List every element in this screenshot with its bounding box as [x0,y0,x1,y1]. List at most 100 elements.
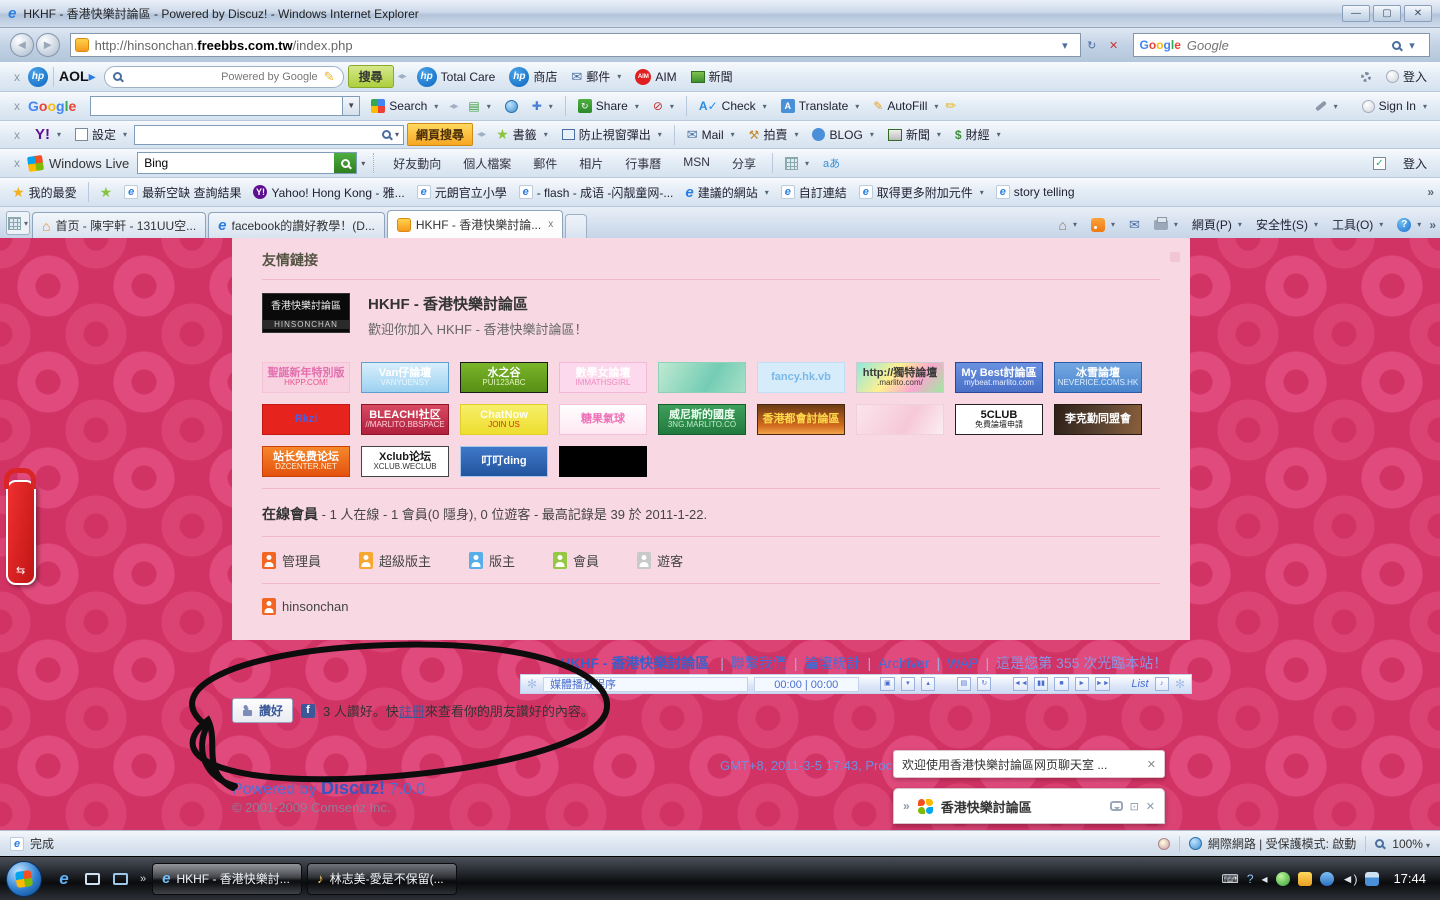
favorite-item[interactable]: estory telling [990,183,1081,201]
google-toolbar-search-input[interactable]: ▼ [90,96,360,116]
form-fill-icon[interactable]: ✓ [1373,157,1386,170]
partner-banner[interactable]: 李克勤同盟會 [1054,404,1142,435]
partner-banner[interactable]: Van仔論壇VANYUENSY [361,362,449,393]
aol-mail-button[interactable]: ✉郵件 [564,66,628,87]
suggested-sites-button[interactable]: e建議的網站 [679,182,774,203]
partner-banner[interactable] [856,404,944,435]
favorite-item[interactable]: e元朗官立小學 [411,182,513,203]
chat-dock-bar[interactable]: » 香港快樂討論區 ⊡ ✕ [893,788,1165,824]
safety-menu-button[interactable]: 安全性(S) [1250,214,1324,235]
bing-search-box[interactable] [137,152,357,174]
pause-button[interactable]: ▮▮ [1034,677,1048,691]
tab-3-active[interactable]: HKHF - 香港快樂討論...x [387,210,563,238]
partner-banner[interactable]: http://獨特論壇.marlito.com/ [856,362,944,393]
partner-banner[interactable]: 聖誕新年特別版HKPP.COM! [262,362,350,393]
chevron-down-icon[interactable]: ▾ [395,130,399,139]
favorite-item[interactable]: e最新空缺 查詢結果 [118,182,247,203]
partner-banner[interactable]: fancy.hk.vb [757,362,845,393]
search-box[interactable]: Google ▾ [1133,33,1431,57]
aol-shop-button[interactable]: hp商店 [502,65,564,89]
footer-link[interactable]: 聯繫我們 [731,655,787,671]
overflow-chevron-icon[interactable]: » [1429,218,1436,232]
live-translate-button[interactable]: aあ [816,153,847,173]
yahoo-blog-button[interactable]: BLOG [805,126,880,144]
yahoo-settings-button[interactable]: 設定 [68,124,134,145]
tray-collapse-icon[interactable]: ◂ [1262,872,1268,886]
toolbar-drag-handle[interactable]: ◂▸ [398,71,406,82]
aol-toolbar-close-icon[interactable]: x [6,70,28,84]
print-button[interactable] [1148,218,1184,232]
url-box[interactable]: http://hinsonchan.freebbs.com.tw/index.p… [70,33,1081,57]
tab-1[interactable]: ⌂首页 - 陳宇軒 - 131UU空... [32,212,206,238]
live-nav-link[interactable]: 相片 [568,153,614,174]
help-button[interactable]: ? [1391,216,1427,234]
footer-link[interactable]: Archiver [878,655,929,671]
zoom-level[interactable]: 100% [1392,837,1430,851]
toast-close-icon[interactable]: ✕ [1147,758,1156,771]
pencil-icon[interactable]: ✏ [945,98,956,114]
live-nav-link[interactable]: 好友動向 [382,153,452,174]
aol-news-button[interactable]: 新聞 [684,66,740,87]
new-tab-stub[interactable] [565,214,587,238]
live-signin-button[interactable]: 登入 [1396,153,1434,174]
quick-tabs-button[interactable] [6,211,30,235]
aol-aim-button[interactable]: AIMAIM [628,67,683,87]
footer-link[interactable]: WAP [947,655,978,671]
music-note-button[interactable]: ♪ [1155,677,1169,691]
play-button[interactable]: ► [1075,677,1089,691]
favorite-item[interactable]: Y!Yahoo! Hong Kong - 雅... [247,182,410,203]
tools-menu-button[interactable]: 工具(O) [1326,214,1389,235]
refresh-button[interactable]: ↻ [1081,39,1103,52]
bing-search-button[interactable] [334,153,356,173]
favorite-item[interactable]: e- flash - 成语 -闪靓童网-... [513,182,680,203]
back-button[interactable]: ◄ [10,33,34,57]
google-check-button[interactable]: A✓Check [692,97,774,115]
partner-banner[interactable]: 數學女論壇IMMATHSGIRL [559,362,647,393]
quicklaunch-chevron-icon[interactable]: » [140,873,146,885]
player-mode-button[interactable]: ▣ [880,677,894,691]
update-tray-icon[interactable] [1298,872,1312,886]
yahoo-toolbar-close-icon[interactable]: x [6,128,28,142]
yahoo-popup-blocker-button[interactable]: 防止視窗彈出 [555,124,669,145]
live-nav-link[interactable]: 個人檔案 [452,153,522,174]
live-toolbar-close-icon[interactable]: x [6,156,28,170]
chat-bubble-icon[interactable] [1110,801,1123,811]
member-name[interactable]: hinsonchan [282,599,349,614]
online-member-row[interactable]: hinsonchan [262,598,1160,615]
volume-up-button[interactable]: ▴ [921,677,935,691]
url-text[interactable]: http://hinsonchan.freebbs.com.tw/index.p… [95,38,1054,53]
playlist-button[interactable]: List [1131,678,1148,690]
maximize-button[interactable]: ▢ [1373,5,1401,22]
keyboard-tray-icon[interactable]: ⌨ [1222,872,1239,886]
search-dropdown-icon[interactable]: ▾ [1401,39,1423,52]
taskbar-task-2[interactable]: ♪林志美-愛是不保留(... [307,863,457,895]
partner-banner[interactable]: BLEACH!社区//MARLITO.BBSPACE [361,404,449,435]
zoom-icon[interactable] [1375,839,1384,848]
yahoo-bookmarks-button[interactable]: ★書籤 [489,124,555,145]
read-mail-button[interactable]: ✉ [1123,215,1146,235]
sidebar-pull-handle[interactable]: ⇆ [6,480,36,585]
partner-banner[interactable]: 叮叮ding [460,446,548,477]
partner-banner[interactable] [658,362,746,393]
help-tray-icon[interactable]: ? [1247,872,1254,886]
taskbar-clock[interactable]: 17:44 [1393,871,1426,886]
google-signin-button[interactable]: Sign In [1355,97,1434,115]
bing-search-input[interactable] [138,156,334,170]
yahoo-finance-button[interactable]: $財經 [948,124,1008,145]
tab-2[interactable]: efacebook的讚好教學！(D... [208,212,385,238]
quicklaunch-ie[interactable]: e [51,866,77,892]
collapse-icon[interactable] [1170,252,1180,262]
aol-search-box[interactable]: Powered by Google ✎ [104,66,344,88]
close-button[interactable]: ✕ [1404,5,1432,22]
google-settings-button[interactable] [1308,100,1345,113]
live-nav-link[interactable]: 行事曆 [614,153,672,174]
google-translate-button[interactable]: ATranslate [774,97,867,115]
minimize-button[interactable]: — [1342,5,1370,22]
google-add-button[interactable]: ✚ [525,97,560,115]
player-loop-button[interactable]: ↻ [977,677,991,691]
messenger-tray-icon[interactable] [1320,872,1334,886]
yahoo-mail-button[interactable]: ✉Mail [680,125,742,145]
partner-banner[interactable]: ChatNowJOIN US [460,404,548,435]
yahoo-search-button[interactable]: 網頁搜尋 [407,123,473,146]
partner-banner[interactable] [559,446,647,477]
